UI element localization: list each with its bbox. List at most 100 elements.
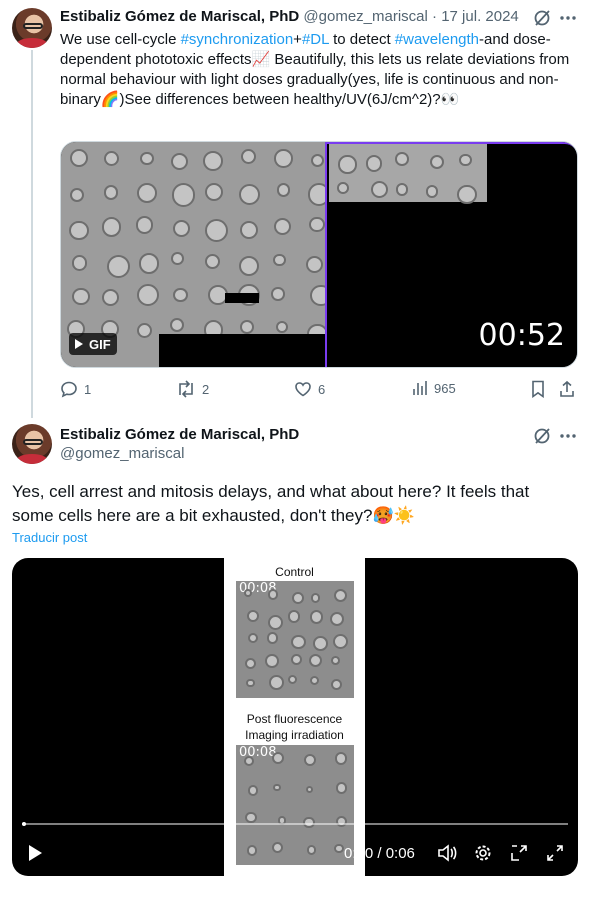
like-button[interactable]: 6 [294, 380, 325, 398]
cell-shape [170, 152, 188, 170]
cell-shape [272, 751, 285, 764]
cell-shape [71, 255, 88, 271]
tweet-text-segment: to detect [328, 31, 395, 48]
grok-icon[interactable] [532, 8, 552, 28]
post-label-line1: Post fluorescence [246, 712, 343, 726]
author-name[interactable]: Estibaliz Gómez de Mariscal, PhD [60, 426, 299, 443]
tweet-header: Estibaliz Gómez de Mariscal, PhD @gomez_… [60, 8, 519, 25]
cell-shape [243, 755, 254, 766]
cell-shape [247, 785, 259, 796]
cell-shape [268, 589, 279, 600]
hashtag-link[interactable]: #synchronization [181, 31, 294, 48]
post-date[interactable]: 17 jul. 2024 [441, 8, 519, 25]
action-bar: 1 2 6 965 [60, 380, 578, 400]
cell-shape [291, 634, 307, 650]
cell-shape [309, 610, 324, 624]
cell-shape [273, 253, 286, 267]
author-handle[interactable]: @gomez_mariscal [303, 8, 427, 25]
cell-shape [136, 183, 157, 203]
tweet-text-segment: We use cell-cycle [60, 31, 181, 48]
reply-count: 1 [84, 381, 92, 397]
cell-shape [170, 252, 184, 265]
author-name-text: Estibaliz Gómez de Mariscal, PhD [60, 426, 300, 443]
author-avatar[interactable] [12, 424, 52, 464]
author-avatar[interactable] [12, 8, 52, 48]
irradiated-micrograph: 00:08 [236, 745, 354, 865]
cell-shape [291, 654, 303, 666]
thread-connector-line [31, 50, 33, 418]
cell-shape [276, 183, 290, 197]
author-handle[interactable]: @gomez_mariscal [60, 445, 184, 462]
cell-shape [247, 632, 258, 643]
tweet-text: We use cell-cycle #synchronization+#DL t… [60, 30, 570, 110]
cell-shape [395, 182, 409, 196]
cell-shape [335, 782, 348, 795]
gif-label: GIF [89, 336, 111, 352]
cell-shape [267, 614, 284, 631]
cell-shape [247, 609, 260, 622]
share-button[interactable] [558, 380, 576, 398]
cell-shape [101, 288, 120, 307]
bookmark-icon [532, 380, 544, 398]
cell-shape [305, 255, 323, 274]
hashtag-link[interactable]: #DL [302, 31, 329, 48]
cell-shape [330, 611, 345, 626]
cell-shape [338, 155, 357, 174]
cell-shape [333, 633, 349, 649]
cell-shape [336, 815, 348, 827]
cell-shape [204, 218, 228, 242]
picture-in-picture-icon[interactable] [508, 842, 530, 864]
cell-shape [169, 318, 185, 333]
cell-shape [365, 155, 383, 172]
gif-timer: 00:52 [478, 318, 565, 353]
cell-shape [241, 148, 257, 165]
gif-media[interactable]: 00:52 GIF [60, 141, 578, 368]
cell-shape [275, 320, 289, 334]
cell-shape [138, 253, 160, 274]
gif-badge[interactable]: GIF [69, 333, 117, 355]
more-options-icon[interactable] [558, 426, 578, 446]
cell-shape [245, 657, 257, 669]
cell-shape [171, 183, 195, 207]
share-icon [560, 380, 574, 397]
more-options-icon[interactable] [558, 8, 578, 28]
cell-shape [103, 151, 119, 167]
hashtag-link[interactable]: #wavelength [395, 31, 479, 48]
cell-shape [309, 216, 325, 232]
heart-icon [295, 382, 311, 397]
dot-separator: · [432, 8, 438, 25]
reply-button[interactable]: 1 [60, 380, 91, 398]
views-button[interactable]: 965 [412, 380, 456, 396]
cell-shape [336, 181, 349, 194]
cell-shape [334, 844, 344, 854]
play-icon[interactable] [24, 842, 46, 864]
cell-shape [333, 588, 348, 603]
like-count: 6 [318, 381, 326, 397]
cell-shape [246, 845, 258, 856]
cell-shape [238, 255, 260, 277]
volume-icon[interactable] [436, 842, 458, 864]
fullscreen-icon[interactable] [544, 842, 566, 864]
cell-shape [303, 753, 316, 766]
settings-gear-icon[interactable] [472, 842, 494, 864]
grok-icon[interactable] [532, 426, 552, 446]
cell-shape [331, 656, 341, 665]
views-count: 965 [434, 380, 456, 396]
bookmark-button[interactable] [530, 380, 546, 398]
cell-shape [291, 592, 304, 604]
video-progress-bar[interactable] [22, 822, 568, 826]
cell-shape [136, 284, 159, 307]
cell-shape [271, 287, 285, 301]
cell-shape [310, 592, 321, 603]
video-player[interactable]: Control 00:08 Post fluorescence Imaging … [12, 558, 578, 876]
repost-button[interactable]: 2 [176, 380, 209, 398]
post-label-line2: Imaging irradiation [245, 728, 344, 742]
control-micrograph: 00:08 [236, 581, 354, 698]
cell-shape [106, 255, 130, 279]
cell-shape [72, 287, 90, 306]
cell-shape [273, 217, 292, 236]
translate-link[interactable]: Traducir post [12, 530, 87, 545]
author-name[interactable]: Estibaliz Gómez de Mariscal, PhD [60, 8, 299, 25]
cell-shape [459, 154, 472, 167]
cell-shape [173, 219, 191, 237]
